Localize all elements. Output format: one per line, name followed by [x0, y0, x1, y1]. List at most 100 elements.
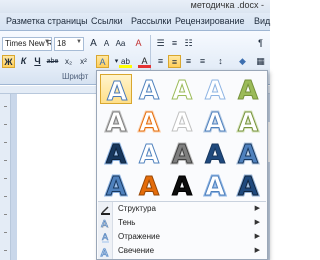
chevron-down-icon[interactable]: ▼	[44, 39, 50, 45]
text-effect-letter: A	[139, 140, 159, 168]
text-effect-letter: A	[106, 140, 126, 168]
text-effect-preview: AA	[203, 107, 226, 137]
text-effect-letter: A	[205, 140, 225, 168]
text-effect-letter: A	[106, 108, 126, 136]
tab-review[interactable]: Рецензирование	[175, 16, 245, 26]
chevron-right-icon: ▶	[254, 247, 260, 254]
svg-text:A: A	[101, 248, 108, 257]
text-effect-option-1-4[interactable]: A	[199, 74, 231, 105]
vertical-ruler[interactable]	[0, 94, 11, 260]
borders-icon[interactable]: ▦	[254, 55, 267, 68]
window-title: методичка .docx -	[190, 0, 264, 10]
group-label-font: Шрифт	[62, 72, 89, 81]
text-effect-preview: AA	[137, 107, 160, 137]
multilevel-list-icon[interactable]: ☷	[182, 37, 195, 50]
superscript-button[interactable]: x²	[77, 55, 90, 68]
text-effect-preview: A	[171, 108, 192, 137]
justify-icon[interactable]: ≡	[196, 55, 209, 68]
font-size-field[interactable]: 18 ▼	[54, 37, 84, 51]
text-effects-grid: AAAAAAAAAAAAAAAAAAAAAAAAAAAAAA	[99, 73, 265, 201]
subscript-button[interactable]: x₂	[62, 55, 75, 68]
text-effect-option-2-5[interactable]: AA	[232, 106, 264, 137]
text-effect-option-4-2[interactable]: A	[133, 170, 165, 201]
italic-button[interactable]: К	[17, 55, 30, 68]
shrink-font-button[interactable]: A	[100, 37, 113, 50]
text-effect-preview: A	[138, 140, 159, 169]
text-effect-preview: AA	[104, 171, 127, 201]
bold-button[interactable]: Ж	[2, 55, 15, 68]
text-effect-preview: AA	[203, 171, 226, 201]
change-case-button[interactable]: Aa	[114, 37, 127, 50]
text-effect-option-2-2[interactable]: AA	[133, 106, 165, 137]
text-effect-option-4-5[interactable]: AA	[232, 170, 264, 201]
tab-page-layout[interactable]: Разметка страницы	[6, 16, 88, 26]
menu-item-glow[interactable]: A A Свечение ▶	[98, 245, 266, 259]
text-effect-option-3-1[interactable]: AA	[100, 138, 132, 169]
text-effect-option-4-3[interactable]: A	[166, 170, 198, 201]
chevron-right-icon: ▶	[254, 219, 260, 226]
text-effect-option-1-5[interactable]: A	[232, 74, 264, 105]
underline-button[interactable]: Ч	[31, 55, 44, 68]
ruler-tick	[4, 178, 7, 179]
font-color-button[interactable]: A	[138, 55, 151, 68]
text-effect-preview: AA	[104, 139, 127, 169]
menu-item-outline[interactable]: Структура ▶	[98, 203, 266, 217]
text-effect-option-3-5[interactable]: AA	[232, 138, 264, 169]
text-effect-option-3-3[interactable]: AA	[166, 138, 198, 169]
ruler-tick	[4, 232, 7, 233]
chevron-right-icon: ▶	[254, 205, 260, 212]
strikethrough-button[interactable]: abe	[46, 55, 59, 68]
align-right-icon[interactable]: ≡	[182, 55, 195, 68]
ruler-tick	[4, 214, 7, 215]
text-effect-letter: A	[139, 76, 159, 104]
glow-icon: A A	[100, 247, 109, 257]
text-effect-letter: A	[238, 76, 258, 104]
text-effect-letter: A	[238, 108, 258, 136]
text-effect-option-2-4[interactable]: AA	[199, 106, 231, 137]
outline-icon	[101, 206, 110, 215]
ruler-tick	[4, 196, 7, 197]
text-effect-letter: A	[172, 172, 192, 200]
font-size-value: 18	[57, 39, 66, 48]
text-effect-preview: AA	[104, 107, 127, 137]
text-effects-button[interactable]: A	[96, 55, 109, 68]
text-effect-option-1-3[interactable]: A	[166, 74, 198, 105]
text-effect-option-4-1[interactable]: AA	[100, 170, 132, 201]
document-page[interactable]	[17, 94, 107, 260]
text-effects-menu: Структура ▶ A A Тень ▶ A Отражение ▶ A A	[98, 202, 266, 259]
text-effect-option-1-1[interactable]: A	[100, 74, 132, 105]
tab-references[interactable]: Ссылки	[91, 16, 123, 26]
highlight-button[interactable]: ab	[119, 55, 132, 68]
align-left-icon[interactable]: ≡	[154, 55, 167, 68]
text-effect-letter: A	[238, 172, 258, 200]
sort-icon[interactable]: ¶	[254, 37, 267, 50]
reflection-icon: A	[102, 233, 109, 243]
shading-icon[interactable]: ◆	[236, 55, 249, 68]
text-effect-preview: AA	[236, 171, 259, 201]
tab-view[interactable]: Вид	[254, 16, 270, 26]
text-effect-option-2-3[interactable]: A	[166, 106, 198, 137]
tab-mailings[interactable]: Рассылки	[131, 16, 171, 26]
text-effect-option-4-4[interactable]: AA	[199, 170, 231, 201]
text-effect-option-2-1[interactable]: AA	[100, 106, 132, 137]
text-effect-option-3-4[interactable]: A	[199, 138, 231, 169]
chevron-down-icon[interactable]: ▼	[76, 39, 82, 45]
align-center-icon[interactable]: ≡	[168, 55, 181, 68]
bullets-icon[interactable]: ☰	[154, 37, 167, 50]
font-name-field[interactable]: Times New Rc ▼	[2, 37, 52, 51]
line-spacing-icon[interactable]: ↕	[214, 55, 227, 68]
text-effect-preview: AA	[170, 139, 193, 169]
chevron-right-icon: ▶	[254, 233, 260, 240]
text-effect-option-1-2[interactable]: A	[133, 74, 165, 105]
shadow-icon: A A	[101, 219, 109, 229]
menu-item-reflection[interactable]: A Отражение ▶	[98, 231, 266, 245]
menu-item-shadow[interactable]: A A Тень ▶	[98, 217, 266, 231]
clear-format-button[interactable]: A	[132, 37, 145, 50]
title-bar: методичка .docx -	[0, 0, 270, 13]
text-effects-gallery: AAAAAAAAAAAAAAAAAAAAAAAAAAAAAA Структура…	[96, 70, 268, 260]
text-effect-option-3-2[interactable]: A	[133, 138, 165, 169]
numbering-icon[interactable]: ≡	[168, 37, 181, 50]
grow-font-button[interactable]: A	[87, 37, 100, 50]
text-effect-letter: A	[205, 76, 225, 104]
ruler-tick	[4, 142, 7, 143]
